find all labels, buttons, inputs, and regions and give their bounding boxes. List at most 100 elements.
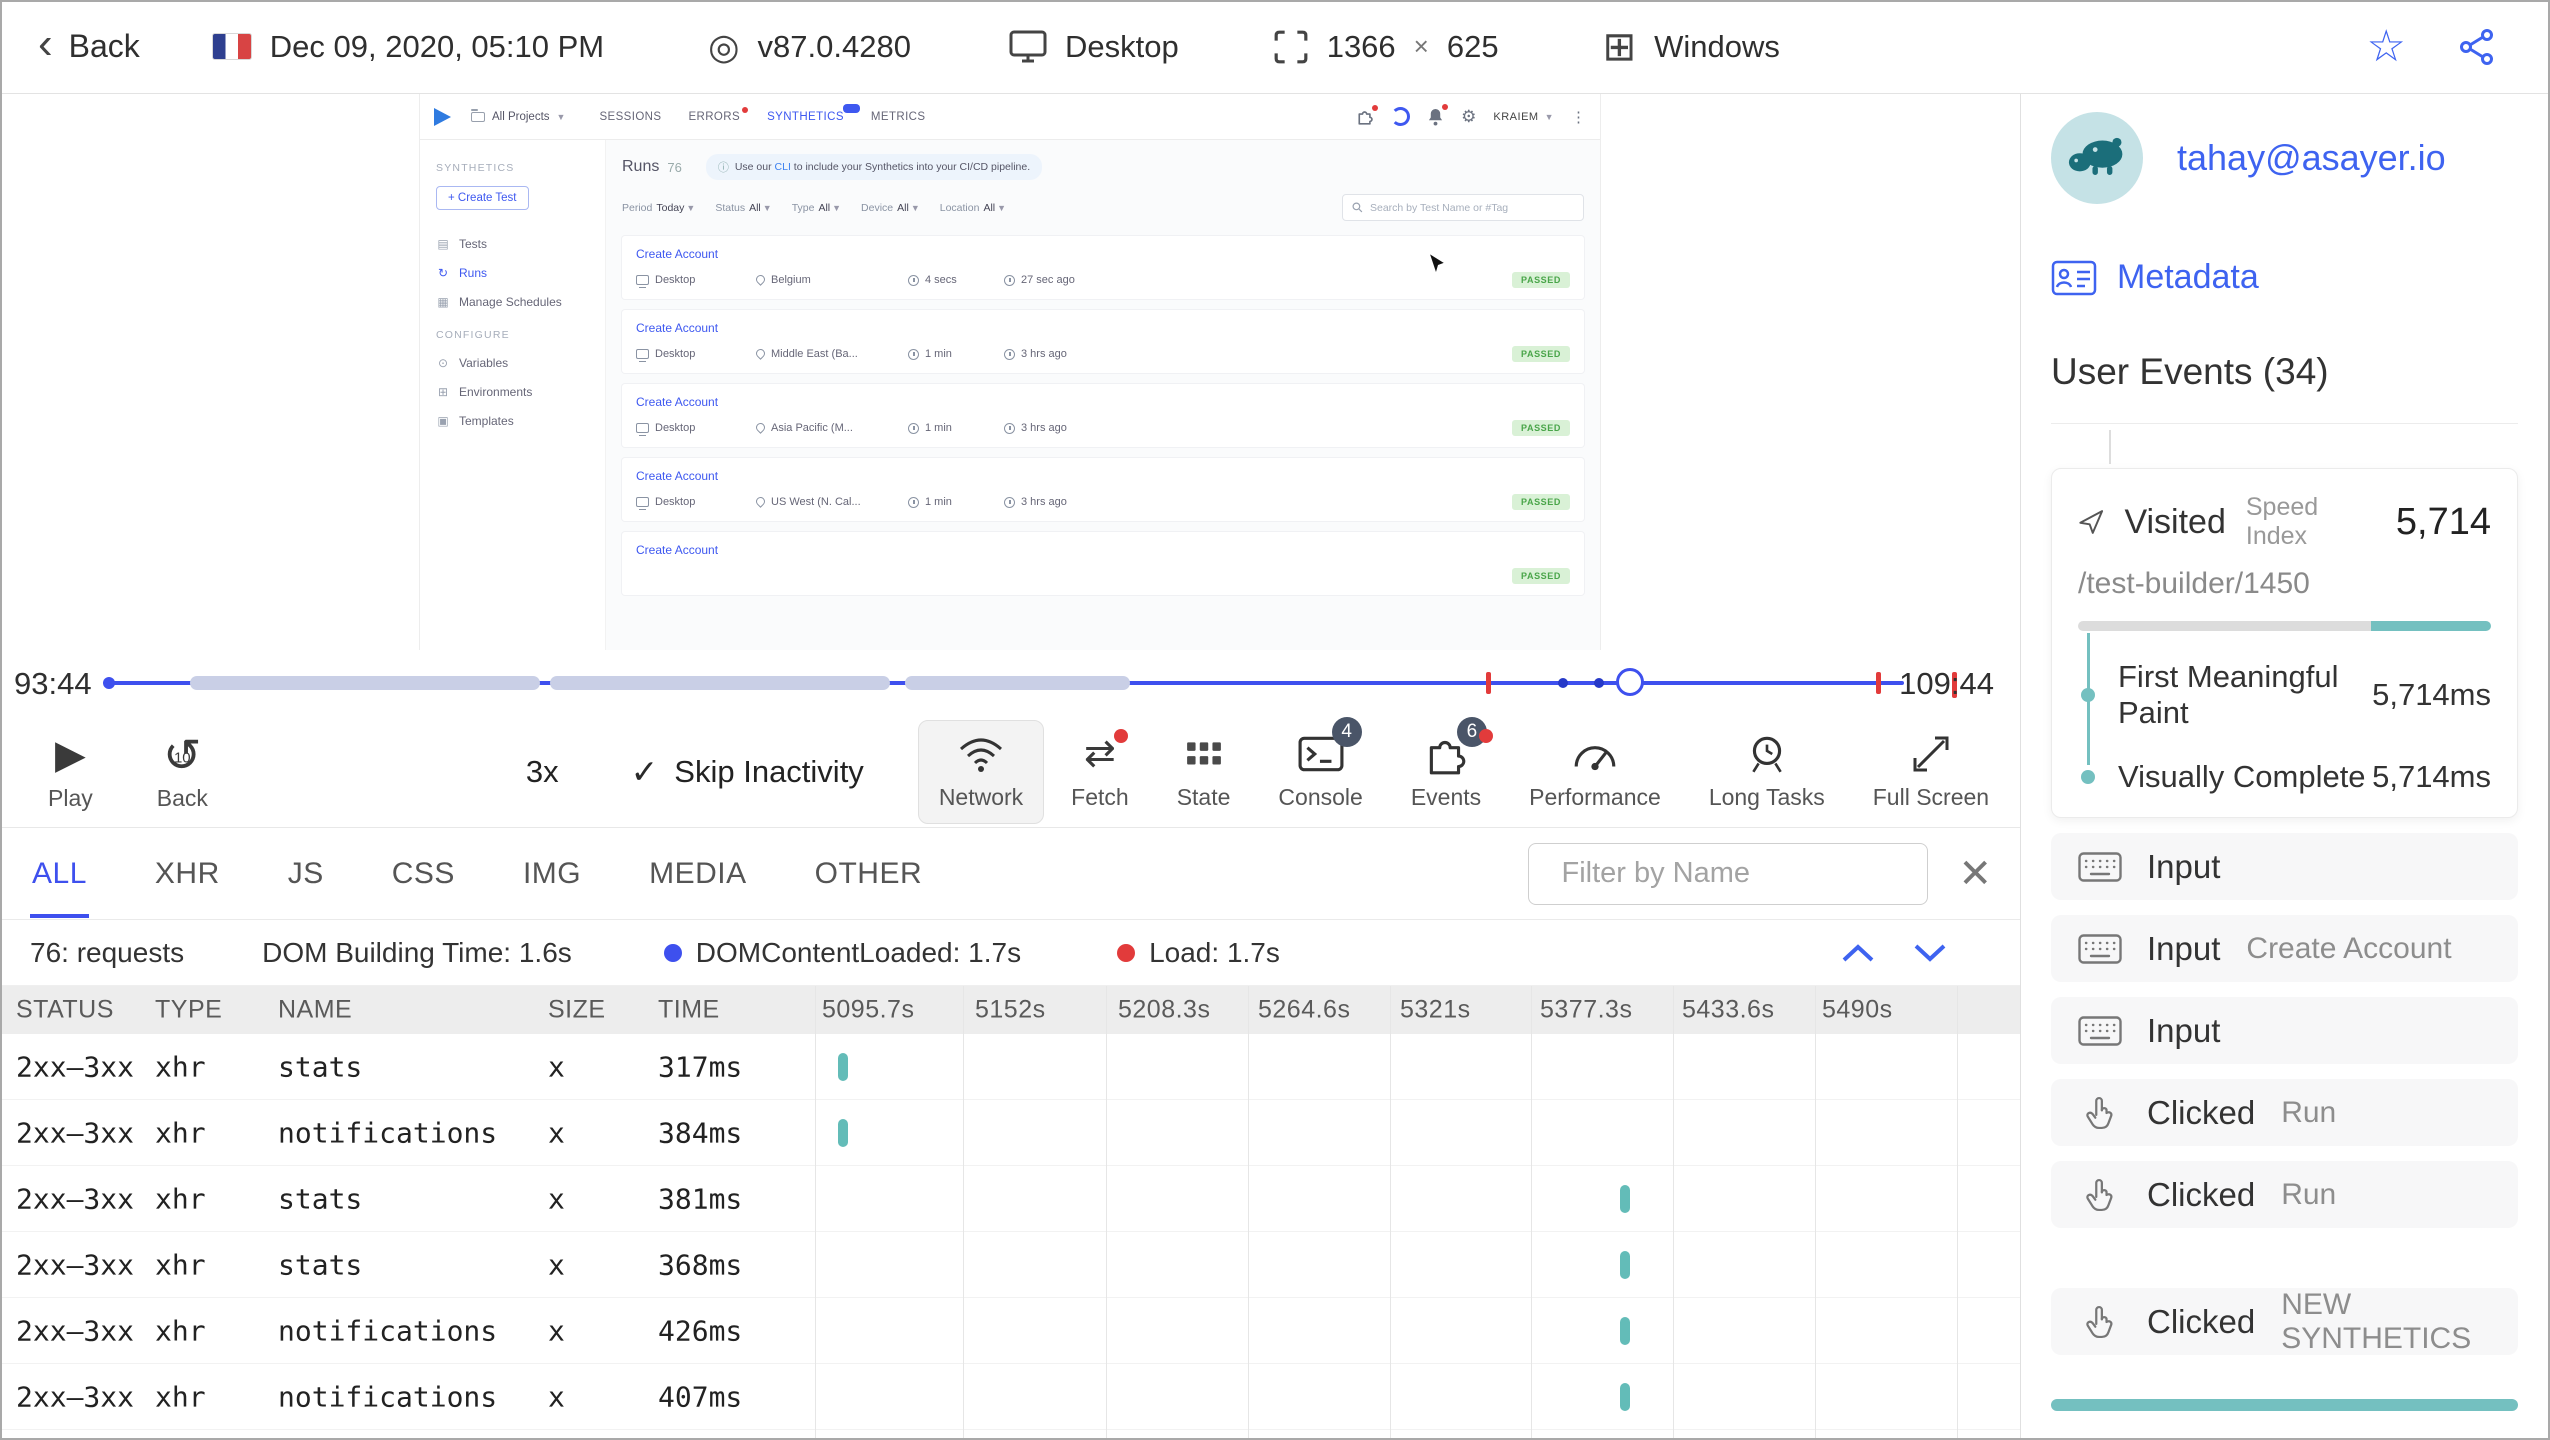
- input-event-card[interactable]: Input: [2051, 833, 2518, 900]
- bell-icon[interactable]: [1427, 104, 1449, 126]
- chevron-down-icon: ▼: [1544, 111, 1554, 122]
- console-panel-button[interactable]: 4 Console: [1257, 716, 1383, 824]
- hand-pointer-icon: [2077, 1178, 2123, 1212]
- filter-type[interactable]: Type All ▼: [792, 202, 841, 214]
- user-events-sidebar: tahay@asayer.io Metadata User Events (34…: [2020, 94, 2550, 1440]
- clicked-event-card[interactable]: Clicked Run: [2051, 1161, 2518, 1228]
- run-row[interactable]: Create Account Desktop US West (N. Cal..…: [622, 458, 1584, 521]
- tab-js[interactable]: JS: [286, 830, 326, 918]
- table-row[interactable]: 2xx–3xx xhr stats x 381ms: [0, 1166, 2020, 1232]
- filter-location[interactable]: Location All ▼: [940, 202, 1006, 214]
- visited-event-card[interactable]: Visited Speed Index 5,714 /test-builder/…: [2051, 468, 2518, 818]
- tab-metrics[interactable]: METRICS: [871, 111, 926, 123]
- filter-status[interactable]: Status All ▼: [715, 202, 771, 214]
- play-button[interactable]: ▶ Play: [48, 732, 93, 812]
- request-timing-tick: [1620, 1184, 1630, 1213]
- device-type: Desktop: [1009, 29, 1179, 65]
- share-icon[interactable]: [2458, 28, 2496, 66]
- tab-media[interactable]: MEDIA: [647, 830, 749, 918]
- session-date: Dec 09, 2020, 05:10 PM: [211, 29, 604, 65]
- clock-icon: [1004, 496, 1015, 508]
- sidebar-item-templates[interactable]: ▣ Templates: [436, 414, 589, 428]
- input-event-card[interactable]: Input: [2051, 997, 2518, 1064]
- metadata-button[interactable]: Metadata: [2051, 258, 2518, 297]
- table-row[interactable]: 2xx–3xx xhr notifications x 384ms: [0, 1100, 2020, 1166]
- jump-prev-icon[interactable]: [1840, 942, 1876, 964]
- console-icon: 4: [1298, 716, 1362, 777]
- replayed-app-screenshot: All Projects ▼ SESSIONS ERRORS SYNTHETIC…: [420, 94, 1600, 650]
- run-row[interactable]: Create Account PASSED: [622, 532, 1584, 595]
- timeline-track[interactable]: [103, 668, 1904, 696]
- cli-link[interactable]: CLI: [775, 161, 791, 173]
- progress-spinner-icon: [1391, 107, 1411, 126]
- playhead-handle[interactable]: [1616, 668, 1644, 696]
- filter-device[interactable]: Device All ▼: [861, 202, 920, 214]
- filter-period[interactable]: Period Today ▼: [622, 202, 695, 214]
- table-row[interactable]: 2xx–3xx xhr notifications x 407ms: [0, 1364, 2020, 1430]
- tab-sessions[interactable]: SESSIONS: [599, 111, 661, 123]
- test-search-input[interactable]: [1342, 194, 1584, 221]
- status-badge: PASSED: [1512, 420, 1570, 436]
- clicked-event-card[interactable]: Clicked Run: [2051, 1079, 2518, 1146]
- sidebar-item-manage-schedules[interactable]: ▦ Manage Schedules: [436, 295, 589, 309]
- create-test-button[interactable]: + Create Test: [436, 186, 529, 210]
- tab-synthetics[interactable]: SYNTHETICS: [767, 103, 860, 123]
- speed-toggle[interactable]: 3x: [526, 754, 559, 790]
- runs-count: 76: [667, 159, 682, 175]
- info-icon: ⓘ: [717, 162, 729, 174]
- skip-inactivity-toggle[interactable]: ✓ Skip Inactivity: [631, 752, 864, 791]
- events-panel-button[interactable]: 6 Events: [1390, 716, 1502, 824]
- table-row[interactable]: 2xx–3xx xhr stats x 368ms: [0, 1232, 2020, 1298]
- project-selector[interactable]: All Projects ▼: [471, 108, 565, 123]
- back-10s-button[interactable]: ↺ 10 Back: [157, 732, 208, 812]
- metric-visually-complete: Visually Complete 5,714ms: [2118, 759, 2491, 794]
- clock-icon: [908, 422, 919, 434]
- sidebar-item-runs[interactable]: ↻ Runs: [436, 266, 589, 280]
- run-row[interactable]: Create Account Desktop Asia Pacific (M..…: [622, 384, 1584, 447]
- tab-other[interactable]: OTHER: [813, 830, 925, 918]
- favorite-star-icon[interactable]: ☆: [2367, 24, 2406, 69]
- full-screen-button[interactable]: Full Screen: [1852, 720, 2010, 824]
- error-marker[interactable]: [1486, 672, 1491, 694]
- user-menu[interactable]: KRAIEM ▼: [1493, 111, 1554, 123]
- integrations-icon[interactable]: [1356, 105, 1379, 125]
- error-marker[interactable]: [1876, 672, 1881, 694]
- table-row[interactable]: 2xx–3xx xhr stats x 317ms: [0, 1034, 2020, 1100]
- jump-next-icon[interactable]: [1912, 942, 1948, 964]
- timeline-start-dot: [103, 677, 115, 689]
- table-row[interactable]: 2xx–3xx xhr notifications x 426ms: [0, 1298, 2020, 1364]
- run-row[interactable]: Create Account Desktop Middle East (Ba..…: [622, 310, 1584, 373]
- performance-panel-button[interactable]: Performance: [1508, 720, 1682, 824]
- sidebar-item-tests[interactable]: ▤ Tests: [436, 237, 589, 251]
- user-email[interactable]: tahay@asayer.io: [2177, 137, 2446, 179]
- close-panel-icon[interactable]: ✕: [1958, 854, 1992, 894]
- input-event-card[interactable]: Input Create Account: [2051, 915, 2518, 982]
- tab-img[interactable]: IMG: [521, 830, 583, 918]
- sidebar-item-environments[interactable]: ⊞ Environments: [436, 385, 589, 399]
- event-marker[interactable]: [1558, 678, 1568, 688]
- runs-icon: ↻: [437, 266, 449, 280]
- tab-css[interactable]: CSS: [390, 830, 457, 918]
- windows-icon: ⊞: [1602, 24, 1637, 69]
- dcl-dot: [663, 943, 682, 962]
- fetch-panel-button[interactable]: ⇄ Fetch: [1050, 720, 1150, 824]
- back-button[interactable]: ‹ Back: [38, 21, 140, 65]
- id-card-icon: [2051, 260, 2097, 295]
- tab-all[interactable]: ALL: [30, 830, 89, 918]
- state-panel-button[interactable]: State: [1156, 720, 1252, 824]
- request-timing-tick: [1620, 1382, 1630, 1411]
- network-panel-button[interactable]: Network: [917, 719, 1045, 824]
- tab-xhr[interactable]: XHR: [153, 830, 222, 918]
- gear-icon[interactable]: ⚙: [1461, 108, 1476, 125]
- res-height: 625: [1446, 28, 1499, 64]
- clicked-event-card[interactable]: Clicked NEW SYNTHETICS: [2051, 1288, 2518, 1355]
- tab-errors[interactable]: ERRORS: [688, 106, 749, 123]
- request-timing-tick: [838, 1118, 848, 1147]
- long-tasks-panel-button[interactable]: Long Tasks: [1688, 720, 1846, 824]
- network-panel: ALL XHR JS CSS IMG MEDIA OTHER ✕ 76: req…: [0, 828, 2020, 1440]
- event-marker[interactable]: [1594, 678, 1604, 688]
- player-timeline: 93:44 109:44: [0, 650, 2020, 716]
- network-filter-input[interactable]: [1528, 842, 1939, 905]
- sidebar-item-variables[interactable]: ⊙ Variables: [436, 356, 589, 370]
- more-menu-icon[interactable]: ⋮: [1571, 108, 1586, 126]
